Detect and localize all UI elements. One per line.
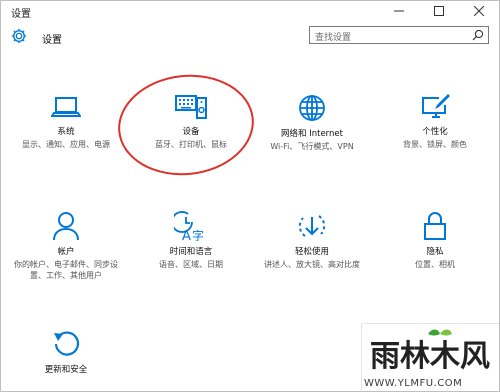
close-icon	[474, 6, 484, 16]
globe-icon	[299, 95, 325, 121]
person-icon	[53, 212, 79, 241]
tile-update-security[interactable]: 更新和安全	[13, 329, 119, 376]
ylmf-logo: 雨林木风	[370, 329, 490, 374]
minimize-button[interactable]	[379, 1, 419, 21]
watermark: 雨林木风 WWW.YLMFU.COM	[361, 323, 499, 391]
page-title: 设置	[42, 35, 62, 46]
tile-personalization[interactable]: 个性化 背景、锁屏、颜色	[381, 93, 489, 150]
tile-name: 隐私	[426, 247, 444, 257]
tile-ease-of-access[interactable]: 轻松使用 讲述人、放大镜、高对比度	[256, 211, 368, 270]
tile-name: 网络和 Internet	[281, 129, 343, 139]
tile-name: 系统	[57, 127, 75, 137]
lock-icon	[424, 212, 446, 240]
tile-name: 个性化	[422, 127, 448, 137]
tile-name: 时间和语言	[169, 247, 213, 257]
gear-icon	[11, 28, 27, 44]
tile-network[interactable]: 网络和 Internet Wi-Fi、飞行模式、VPN	[256, 93, 368, 152]
tile-name: 设备	[182, 127, 200, 137]
search-placeholder: 查找设置	[315, 33, 352, 43]
ease-of-access-icon	[298, 215, 326, 237]
watermark-brand: 雨林木风	[370, 339, 490, 374]
svg-text:A: A	[182, 229, 191, 241]
tile-desc: 背景、锁屏、颜色	[403, 140, 467, 149]
tile-devices[interactable]: 设备 蓝牙、打印机、鼠标	[136, 93, 246, 150]
maximize-icon	[434, 6, 444, 16]
settings-window: 设置 设置 查找设置 系统 显示、通知、应用、电源 设备 蓝牙、打印机、鼠标 网…	[0, 0, 500, 392]
svg-text:字: 字	[192, 228, 204, 241]
tile-accounts[interactable]: 帐户 你的帐户、电子邮件、同步设置、工作、其他用户	[13, 211, 119, 281]
tile-desc: 显示、通知、应用、电源	[22, 140, 110, 149]
watermark-url: WWW.YLMFU.COM	[364, 378, 463, 389]
tile-desc: 位置、相机	[415, 260, 455, 269]
tile-desc: 你的帐户、电子邮件、同步设置、工作、其他用户	[14, 260, 118, 280]
tile-name: 帐户	[57, 247, 75, 257]
minimize-icon	[394, 10, 404, 12]
close-button[interactable]	[459, 1, 499, 21]
tile-time-language[interactable]: A 字 时间和语言 语音、区域、日期	[136, 211, 246, 270]
title-bar[interactable]: 设置	[1, 1, 499, 21]
tile-system[interactable]: 系统 显示、通知、应用、电源	[13, 95, 119, 150]
paint-monitor-icon	[422, 94, 450, 118]
keyboard-speaker-icon	[175, 95, 207, 119]
tile-desc: 讲述人、放大镜、高对比度	[264, 260, 360, 269]
tile-desc: 蓝牙、打印机、鼠标	[155, 140, 227, 149]
tile-privacy[interactable]: 隐私 位置、相机	[381, 211, 489, 270]
tile-name: 更新和安全	[44, 365, 88, 375]
settings-header: 设置 查找设置	[1, 25, 499, 49]
time-language-icon: A 字	[174, 211, 204, 241]
search-input[interactable]: 查找设置	[309, 26, 489, 44]
window-title: 设置	[11, 9, 31, 20]
search-icon[interactable]	[472, 29, 484, 41]
tile-desc: Wi-Fi、飞行模式、VPN	[270, 142, 354, 151]
tile-desc: 语音、区域、日期	[159, 260, 223, 269]
refresh-icon	[54, 331, 80, 356]
laptop-icon	[51, 97, 81, 117]
tile-name: 轻松使用	[294, 247, 329, 257]
maximize-button[interactable]	[419, 1, 459, 21]
